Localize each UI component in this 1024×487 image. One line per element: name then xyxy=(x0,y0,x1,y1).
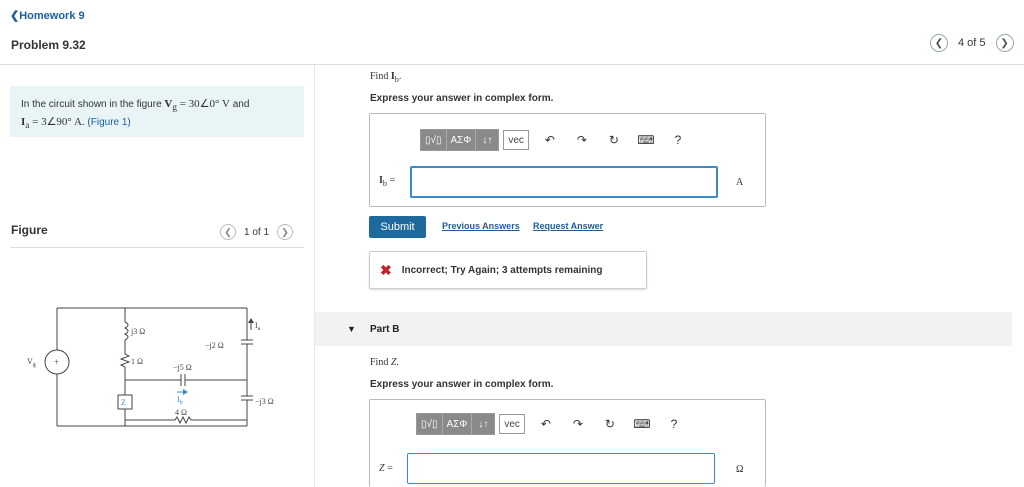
label-4ohm: 4 Ω xyxy=(175,408,187,417)
problem-title: Problem 9.32 xyxy=(11,38,86,52)
prev-figure-button[interactable]: ❮ xyxy=(220,224,236,240)
help-button[interactable]: ? xyxy=(667,129,689,151)
figure-link[interactable]: (Figure 1) xyxy=(87,117,130,128)
problem-count: 4 of 5 xyxy=(958,37,986,49)
label-ia: Ia xyxy=(255,321,261,332)
redo-icon[interactable]: ↷ xyxy=(571,129,593,151)
chevron-left-icon: ❮ xyxy=(224,226,232,237)
redo-icon[interactable]: ↷ xyxy=(567,413,589,435)
undo-icon[interactable]: ↶ xyxy=(539,129,561,151)
caret-down-icon: ▼ xyxy=(347,324,356,334)
vec-button[interactable]: vec xyxy=(499,414,525,434)
vec-button[interactable]: vec xyxy=(503,130,529,150)
label-1ohm: 1 Ω xyxy=(131,357,143,366)
help-button[interactable]: ? xyxy=(663,413,685,435)
column-divider xyxy=(314,65,315,487)
figure-divider xyxy=(10,247,304,248)
part-b-toolbar: ▯√▯ ΑΣΦ ↓↑ vec ↶ ↷ ↻ ⌨ ? xyxy=(416,413,685,435)
part-a-find: Find Ib. xyxy=(370,71,402,84)
chevron-left-icon: ❮ xyxy=(10,10,20,22)
label-j5: −j5 Ω xyxy=(173,363,192,372)
next-figure-button[interactable]: ❯ xyxy=(277,224,294,240)
part-a-toolbar: ▯√▯ ΑΣΦ ↓↑ vec ↶ ↷ ↻ ⌨ ? xyxy=(420,129,689,151)
label-z: Z xyxy=(121,398,126,407)
figure-heading: Figure xyxy=(11,223,48,237)
part-b-answer-input[interactable] xyxy=(407,453,715,484)
part-a-answer-box: ▯√▯ ΑΣΦ ↓↑ vec ↶ ↷ ↻ ⌨ ? Ib = A xyxy=(369,113,766,207)
prev-problem-button[interactable]: ❮ xyxy=(930,34,948,52)
undo-icon[interactable]: ↶ xyxy=(535,413,557,435)
circuit-diagram: + Vg j3 Ω 1 Ω −j2 Ω −j5 Ω −j3 Ω 4 Ω Ia I… xyxy=(27,307,274,427)
part-b-answer-box: ▯√▯ ΑΣΦ ↓↑ vec ↶ ↷ ↻ ⌨ ? Z = Ω xyxy=(369,399,766,487)
label-j3-cap: −j3 Ω xyxy=(255,397,274,406)
templates-button[interactable]: ▯√▯ xyxy=(421,130,447,150)
incorrect-x-icon: ✖ xyxy=(380,261,392,278)
previous-answers-link[interactable]: Previous Answers xyxy=(442,221,520,231)
submit-button[interactable]: Submit xyxy=(369,216,426,238)
label-j3: j3 Ω xyxy=(130,327,145,336)
part-b-header[interactable]: ▼ Part B xyxy=(315,312,1012,346)
greek-button[interactable]: ΑΣΦ xyxy=(442,414,473,434)
chevron-right-icon: ❯ xyxy=(281,226,289,237)
figure-count: 1 of 1 xyxy=(244,226,270,238)
part-b-find: Find Z. xyxy=(370,357,399,368)
part-b-answer-label: Z = xyxy=(379,463,393,474)
part-b-instructions: Express your answer in complex form. xyxy=(370,379,554,390)
greek-button[interactable]: ΑΣΦ xyxy=(446,130,477,150)
keyboard-icon[interactable]: ⌨ xyxy=(631,413,653,435)
vg-label: Vg xyxy=(27,357,36,368)
problem-statement: In the circuit shown in the figure Vg = … xyxy=(10,86,304,137)
arrows-button[interactable]: ↓↑ xyxy=(472,414,495,434)
request-answer-link[interactable]: Request Answer xyxy=(533,221,603,231)
part-a-answer-label: Ib = xyxy=(379,175,396,188)
reset-icon[interactable]: ↻ xyxy=(599,413,621,435)
chevron-right-icon: ❯ xyxy=(1000,37,1009,49)
svg-text:+: + xyxy=(54,357,59,367)
figure-nav: ❮ 1 of 1 ❯ xyxy=(220,224,294,240)
problem-nav: ❮ 4 of 5 ❯ xyxy=(930,34,1014,52)
templates-button[interactable]: ▯√▯ xyxy=(417,414,443,434)
homework-back-link[interactable]: ❮Homework 9 xyxy=(10,9,85,22)
part-b-unit: Ω xyxy=(736,464,744,475)
part-a-instructions: Express your answer in complex form. xyxy=(370,93,554,104)
keyboard-icon[interactable]: ⌨ xyxy=(635,129,657,151)
reset-icon[interactable]: ↻ xyxy=(603,129,625,151)
chevron-left-icon: ❮ xyxy=(934,37,944,49)
feedback-message: ✖ Incorrect; Try Again; 3 attempts remai… xyxy=(369,251,647,289)
arrows-button[interactable]: ↓↑ xyxy=(476,130,499,150)
part-a-unit: A xyxy=(736,177,744,188)
next-problem-button[interactable]: ❯ xyxy=(995,34,1014,52)
label-j2: −j2 Ω xyxy=(205,341,224,350)
header-divider xyxy=(0,64,1024,65)
label-ib: Ib xyxy=(177,395,183,406)
part-a-answer-input[interactable] xyxy=(410,166,718,198)
